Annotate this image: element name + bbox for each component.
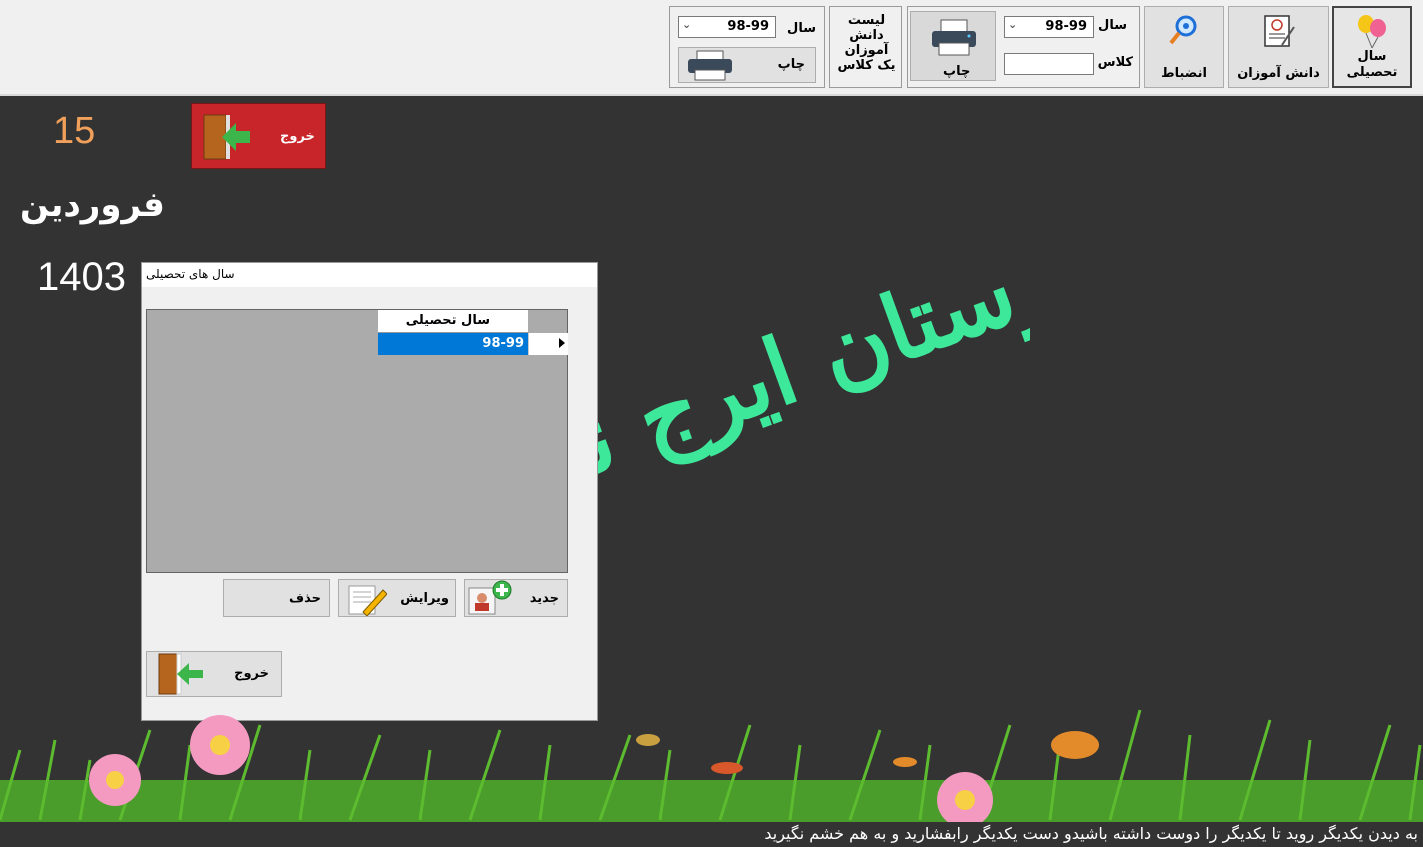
- discipline-label: انضباط: [1161, 66, 1207, 81]
- school-logo: دبیرستان ایرج نایب: [590, 245, 1030, 535]
- class-label: کلاس: [1097, 55, 1133, 70]
- years-grid[interactable]: سال تحصیلی 98-99: [146, 309, 568, 573]
- grid-column-header[interactable]: سال تحصیلی: [378, 310, 528, 333]
- date-year: 1403: [37, 255, 126, 299]
- grid-column-header-label: سال تحصیلی: [405, 313, 490, 328]
- list-year-select[interactable]: 98-99 ⌄: [678, 16, 776, 38]
- table-row[interactable]: 98-99: [378, 333, 568, 355]
- printer-icon: [688, 50, 732, 81]
- discipline-button[interactable]: انضباط: [1144, 6, 1224, 88]
- main-exit-label: خروج: [280, 129, 315, 144]
- row-header[interactable]: [528, 333, 568, 355]
- new-label: جدید: [529, 591, 559, 606]
- print-class-label: چاپ: [943, 64, 971, 79]
- date-month: فروردین: [20, 185, 165, 225]
- print-list-button[interactable]: چاپ: [678, 47, 816, 83]
- main-toolbar: سال تحصیلی دانش آموزان انضباط سال 98-99 …: [0, 0, 1423, 96]
- academic-year-button[interactable]: سال تحصیلی: [1332, 6, 1412, 88]
- edit-label: ویرایش: [400, 591, 449, 606]
- year-select[interactable]: 98-99 ⌄: [1004, 16, 1094, 38]
- footer-quote: به دیدن یکدیگر روید تا یکدیگر را دوست دا…: [764, 824, 1418, 843]
- list-year-label: سال: [787, 21, 816, 36]
- new-button[interactable]: جدید: [464, 579, 568, 617]
- class-field[interactable]: [1004, 53, 1094, 75]
- row-pointer-icon: [559, 338, 565, 348]
- class-list-title[interactable]: لیست دانش آموزان یک کلاس: [830, 13, 903, 73]
- grid-cell-value: 98-99: [482, 336, 524, 351]
- edit-button[interactable]: ویرایش: [338, 579, 456, 617]
- class-list-title-line-3: آموزان: [844, 43, 889, 58]
- delete-label: حذف: [289, 591, 321, 606]
- balloons-icon: [1358, 15, 1386, 49]
- edit-note-icon: [348, 585, 387, 616]
- print-class-button[interactable]: چاپ: [910, 11, 996, 81]
- year-label: سال: [1098, 18, 1127, 33]
- students-label: دانش آموزان: [1237, 66, 1320, 81]
- magnifier-icon: [1169, 15, 1197, 45]
- delete-button[interactable]: حذف: [223, 579, 330, 617]
- dialog-title: سال های تحصیلی: [146, 267, 235, 281]
- year-select-value: 98-99: [1045, 19, 1087, 34]
- students-button[interactable]: دانش آموزان: [1228, 6, 1329, 88]
- academic-year-label-2: تحصیلی: [1346, 65, 1398, 80]
- certificate-icon: [1264, 15, 1295, 47]
- grid-cell-selected[interactable]: 98-99: [378, 333, 528, 355]
- grass-flowers-decoration: [0, 709, 1423, 822]
- list-print-panel: سال 98-99 ⌄ چاپ: [669, 6, 825, 88]
- academic-years-dialog: سال های تحصیلی سال تحصیلی 98-99 جدید ویر…: [141, 262, 598, 721]
- add-user-icon: [468, 580, 512, 615]
- academic-year-label-1: سال: [1357, 49, 1387, 64]
- list-year-select-value: 98-99: [727, 19, 769, 34]
- class-list-title-line-2: دانش: [849, 28, 884, 43]
- class-list-panel: لیست دانش آموزان یک کلاس: [829, 6, 902, 88]
- date-day: 15: [53, 110, 96, 152]
- print-list-label: چاپ: [777, 57, 805, 72]
- class-list-title-line-1: لیست: [847, 13, 886, 28]
- chevron-down-icon: ⌄: [682, 18, 692, 31]
- main-exit-button[interactable]: خروج: [191, 103, 326, 169]
- dialog-exit-label: خروج: [234, 666, 269, 681]
- school-logo-text: دبیرستان ایرج نایب: [590, 245, 1030, 535]
- class-list-title-line-4: یک کلاس: [837, 58, 896, 73]
- chevron-down-icon: ⌄: [1008, 18, 1018, 31]
- class-print-panel: سال 98-99 ⌄ کلاس چاپ: [907, 6, 1140, 88]
- exit-door-icon: [203, 114, 250, 160]
- printer-icon: [932, 19, 976, 56]
